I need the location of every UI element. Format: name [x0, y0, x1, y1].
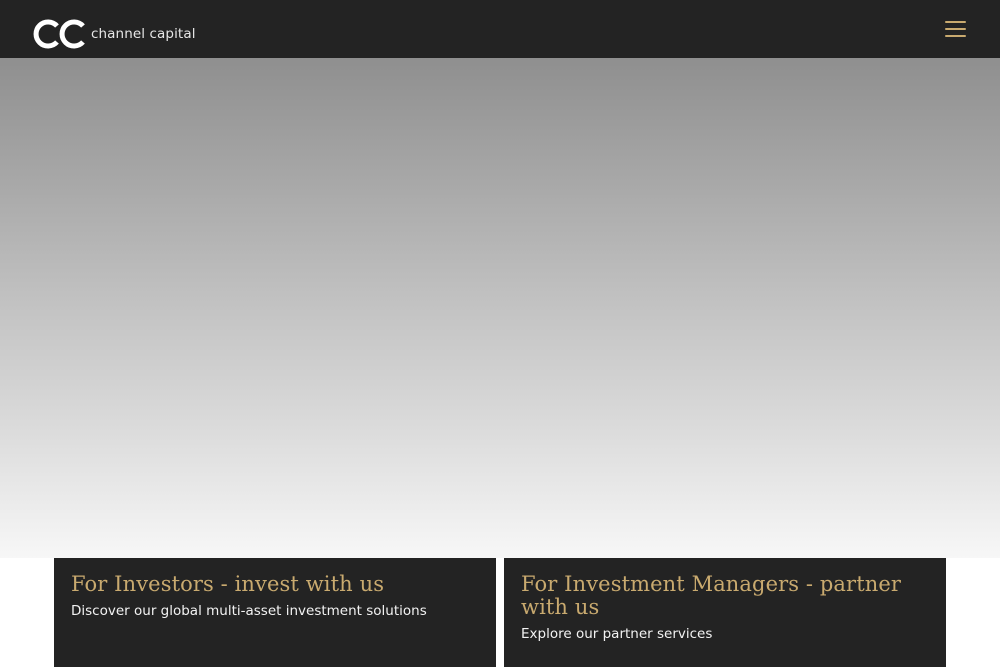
cc-logo-icon — [33, 19, 85, 49]
hero-banner — [0, 58, 1000, 558]
investors-card-text: Discover our global multi-asset investme… — [71, 603, 427, 619]
investors-card-title[interactable]: For Investors - invest with us — [71, 573, 480, 596]
menu-line — [945, 21, 966, 23]
investors-card[interactable]: For Investors - invest with us Discover … — [54, 558, 496, 667]
brand-name: channel capital — [91, 26, 196, 42]
investment-managers-card[interactable]: For Investment Managers - partner with u… — [504, 558, 946, 667]
menu-line — [945, 35, 966, 37]
investment-managers-card-title[interactable]: For Investment Managers - partner with u… — [521, 573, 930, 619]
hamburger-menu-icon[interactable] — [944, 19, 968, 39]
menu-line — [945, 28, 966, 30]
brand-logo-link[interactable]: channel capital — [32, 17, 196, 51]
top-navigation-bar: channel capital — [0, 0, 1000, 58]
investment-managers-card-text: Explore our partner services — [521, 626, 713, 642]
